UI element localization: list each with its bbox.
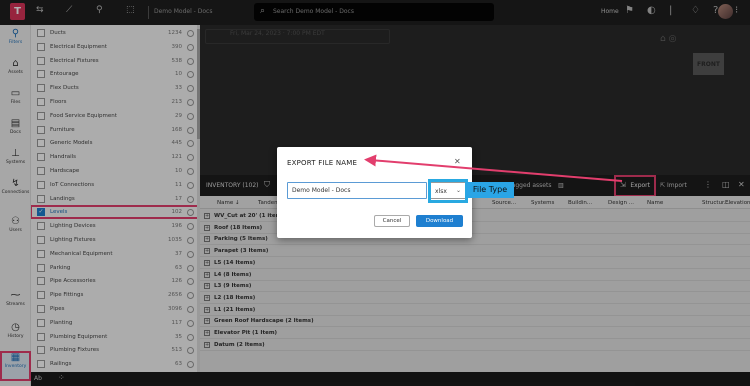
annotation-arrow <box>364 154 623 182</box>
